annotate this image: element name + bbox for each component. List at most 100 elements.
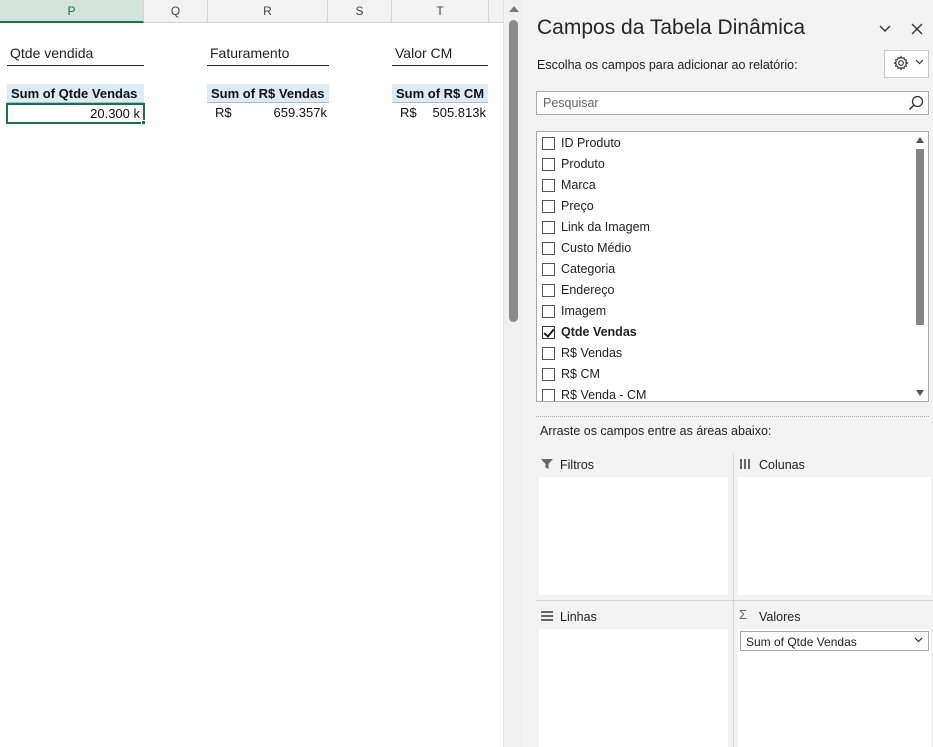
- checkbox[interactable]: [542, 347, 555, 360]
- field-search-box[interactable]: [536, 91, 929, 115]
- scrollbar-thumb[interactable]: [509, 20, 518, 322]
- gear-icon: [893, 55, 909, 76]
- pivot-header-qtde-vendas[interactable]: Sum of Qtde Vendas: [7, 84, 144, 103]
- area-valores-label: Valores: [759, 610, 801, 624]
- area-linhas-label: Linhas: [560, 610, 597, 624]
- pivot-header-rs-cm[interactable]: Sum of R$ CM: [392, 84, 488, 103]
- field-item-label: Qtde Vendas: [561, 325, 637, 339]
- field-item[interactable]: Custo Médio: [537, 238, 913, 259]
- field-item[interactable]: Link da Imagem: [537, 217, 913, 238]
- pivot-value-rs-vendas[interactable]: 659.357k: [255, 103, 328, 123]
- field-list-scrollbar[interactable]: [912, 132, 928, 401]
- field-item-label: Preço: [561, 199, 594, 213]
- field-item[interactable]: Marca: [537, 175, 913, 196]
- field-item-label: Imagem: [561, 304, 607, 318]
- field-item[interactable]: Endereço: [537, 280, 913, 301]
- drag-hint: Arraste os campos entre as áreas abaixo:: [540, 424, 772, 438]
- area-colunas: Colunas: [735, 453, 931, 600]
- checkbox[interactable]: [542, 368, 555, 381]
- column-header-t[interactable]: T: [392, 0, 489, 23]
- pane-title: Campos da Tabela Dinâmica: [537, 16, 806, 39]
- field-item-label: ID Produto: [561, 136, 621, 150]
- pivot-fields-pane: Campos da Tabela Dinâmica Escolha os cam…: [523, 0, 933, 747]
- area-valores: Σ Valores Sum of Qtde Vendas: [735, 605, 931, 747]
- area-filtros: Filtros: [536, 453, 732, 600]
- worksheet: P Q R S T Qtde vendida Faturamento Valor…: [0, 0, 503, 747]
- field-item-label: Custo Médio: [561, 241, 632, 255]
- checkbox[interactable]: [542, 305, 555, 318]
- area-linhas-dropzone[interactable]: [539, 629, 728, 747]
- splitter[interactable]: [536, 416, 929, 417]
- pivot-header-rs-vendas[interactable]: Sum of R$ Vendas: [207, 84, 329, 103]
- field-item[interactable]: R$ Vendas: [537, 343, 913, 364]
- checkbox[interactable]: [542, 200, 555, 213]
- field-item[interactable]: Preço: [537, 196, 913, 217]
- close-icon[interactable]: [907, 20, 927, 40]
- field-list[interactable]: ID Produto Produto Marca Preço Link da Image…: [536, 131, 929, 402]
- scroll-down-arrow-icon[interactable]: [916, 390, 924, 396]
- column-header-q[interactable]: Q: [144, 0, 208, 23]
- pivot-value-rs-cm[interactable]: 505.813k: [420, 103, 487, 123]
- chevron-down-icon: [915, 57, 924, 68]
- sigma-icon: Σ: [739, 607, 748, 622]
- search-input[interactable]: [537, 92, 897, 114]
- field-item[interactable]: R$ Venda - CM: [537, 385, 913, 402]
- field-item-label: Link da Imagem: [561, 220, 650, 234]
- column-header-row: P Q R S T: [0, 0, 503, 23]
- field-item[interactable]: R$ CM: [537, 364, 913, 385]
- area-linhas-header: Linhas: [536, 605, 732, 629]
- sheet-vertical-scrollbar[interactable]: [503, 0, 523, 747]
- area-filtros-label: Filtros: [560, 458, 595, 472]
- field-list-scrollbar-thumb[interactable]: [916, 149, 924, 325]
- checkbox[interactable]: [542, 221, 555, 234]
- field-item-label: Marca: [561, 178, 596, 192]
- fill-handle[interactable]: [141, 120, 146, 125]
- field-item[interactable]: Qtde Vendas: [537, 322, 913, 343]
- chevron-down-icon[interactable]: [914, 635, 923, 646]
- pivot-currency-cm: R$: [400, 105, 417, 120]
- title-qtde-vendida[interactable]: Qtde vendida: [7, 44, 144, 66]
- title-faturamento[interactable]: Faturamento: [207, 44, 329, 66]
- field-item-label: Categoria: [561, 262, 616, 276]
- filter-icon: [540, 457, 554, 471]
- field-item[interactable]: ID Produto: [537, 133, 913, 154]
- area-horizontal-divider: [536, 600, 933, 601]
- layout-settings-button[interactable]: [884, 50, 929, 78]
- checkbox-checked[interactable]: [542, 326, 555, 339]
- pivot-currency-vendas: R$: [215, 105, 232, 120]
- area-linhas: Linhas: [536, 605, 732, 747]
- checkbox[interactable]: [542, 263, 555, 276]
- area-filtros-header: Filtros: [536, 453, 732, 477]
- column-header-s[interactable]: S: [328, 0, 392, 23]
- field-item-label: R$ CM: [561, 367, 600, 381]
- checkbox[interactable]: [542, 137, 555, 150]
- column-header-r[interactable]: R: [208, 0, 328, 23]
- values-field-chip[interactable]: Sum of Qtde Vendas: [740, 631, 929, 651]
- field-item-label: R$ Vendas: [561, 346, 623, 360]
- field-item-label: R$ Venda - CM: [561, 388, 647, 402]
- area-valores-dropzone[interactable]: Sum of Qtde Vendas: [738, 629, 931, 747]
- search-icon[interactable]: [907, 94, 925, 112]
- area-valores-header: Σ Valores: [735, 605, 931, 629]
- field-item-label: Endereço: [561, 283, 615, 297]
- area-filtros-dropzone[interactable]: [539, 477, 728, 595]
- checkbox[interactable]: [542, 284, 555, 297]
- field-item[interactable]: Imagem: [537, 301, 913, 322]
- field-item[interactable]: Categoria: [537, 259, 913, 280]
- column-header-p[interactable]: P: [0, 0, 144, 23]
- field-item[interactable]: Produto: [537, 154, 913, 175]
- pivot-value-qtde-vendas[interactable]: 20.300 k: [6, 103, 145, 124]
- title-valor-cm[interactable]: Valor CM: [392, 44, 488, 66]
- checkbox[interactable]: [542, 158, 555, 171]
- rows-icon: [540, 609, 554, 623]
- scroll-up-arrow-icon[interactable]: [916, 137, 924, 143]
- area-colunas-label: Colunas: [759, 458, 805, 472]
- scroll-up-arrow-icon[interactable]: [509, 6, 519, 12]
- pane-options-chevron-icon[interactable]: [875, 20, 895, 40]
- columns-icon: [739, 457, 753, 471]
- field-item-label: Produto: [561, 157, 605, 171]
- checkbox[interactable]: [542, 242, 555, 255]
- area-colunas-dropzone[interactable]: [738, 477, 931, 595]
- checkbox[interactable]: [542, 179, 555, 192]
- checkbox[interactable]: [542, 389, 555, 401]
